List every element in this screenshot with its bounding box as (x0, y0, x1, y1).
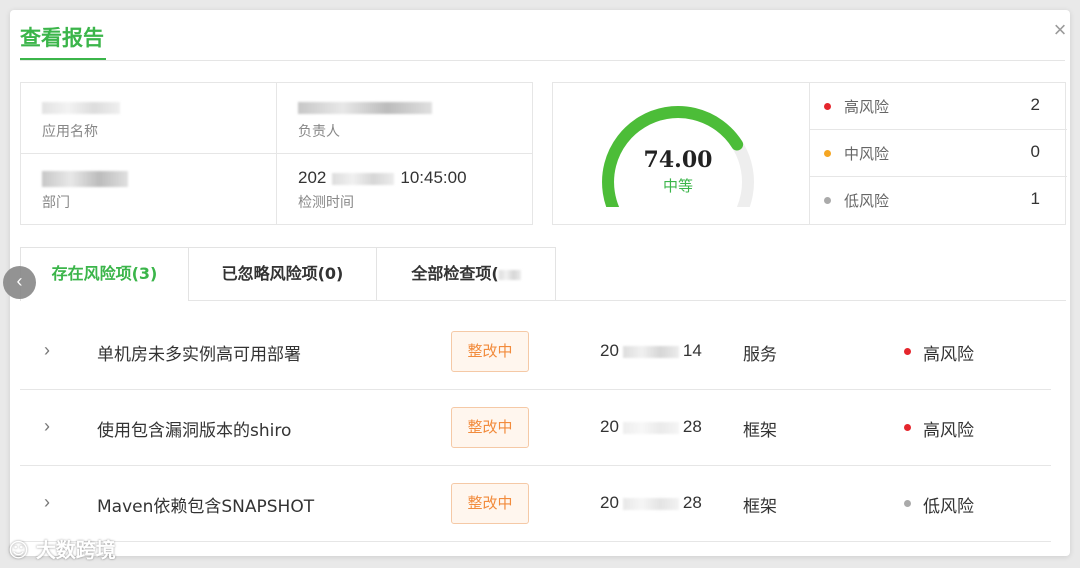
tab-all-checks[interactable]: 全部检查项( (376, 247, 556, 301)
risk-item-date-prefix: 20 (600, 341, 619, 360)
header-divider (20, 60, 1065, 61)
risk-summary-count: 2 (1030, 95, 1040, 114)
risk-level-dot (904, 500, 911, 507)
risk-item-title: 使用包含漏洞版本的shiro (97, 421, 292, 441)
close-button[interactable]: × (1050, 19, 1070, 41)
risk-dot-medium (824, 150, 831, 157)
chevron-right-icon[interactable]: › (44, 416, 58, 436)
risk-item-date-suffix: 28 (682, 493, 702, 512)
department-value (42, 168, 128, 188)
risk-item-date-prefix: 20 (600, 417, 619, 436)
detect-time-cell: 202 10:45:00 检测时间 (277, 154, 533, 225)
score-value: 74.00 (643, 147, 713, 173)
risk-item-title: Maven依赖包含SNAPSHOT (97, 497, 315, 517)
risk-item-date-suffix: 14 (682, 341, 702, 360)
status-badge: 整改中 (451, 407, 529, 448)
risk-item-level: 低风险 (923, 497, 974, 517)
risk-item-date-suffix: 28 (682, 417, 702, 436)
tab-ignored-risks[interactable]: 已忽略风险项(0) (188, 247, 377, 301)
table-row[interactable]: › 单机房未多实例高可用部署 整改中 20 14 服务 高风险 (20, 314, 1051, 390)
app-name-label: 应用名称 (42, 124, 98, 140)
score-panel: 74.00 中等 高风险 2 中风险 0 低风险 1 (552, 82, 1067, 225)
risk-tabs: 存在风险项(3) 已忽略风险项(0) 全部检查项( (20, 247, 1066, 301)
chevron-left-icon[interactable]: ‹ (3, 266, 36, 299)
detect-time-value: 202 10:45:00 (298, 168, 467, 188)
risk-item-date: 20 28 (600, 417, 702, 437)
risk-dot-high (824, 103, 831, 110)
owner-label: 负责人 (298, 124, 340, 140)
risk-summary-medium: 中风险 0 (810, 130, 1067, 177)
risk-summary-name: 中风险 (844, 145, 890, 163)
app-info-grid: 应用名称 负责人 部门 202 10:45:00 检测时间 (20, 82, 533, 225)
chevron-right-icon[interactable]: › (44, 340, 58, 360)
risk-summary-low: 低风险 1 (810, 177, 1067, 224)
table-row[interactable]: › 使用包含漏洞版本的shiro 整改中 20 28 框架 高风险 (20, 390, 1051, 466)
status-badge: 整改中 (451, 483, 529, 524)
risk-item-title: 单机房未多实例高可用部署 (97, 345, 301, 365)
detect-time-label: 检测时间 (298, 195, 354, 211)
dialog-header: 查看报告 × (10, 10, 1070, 62)
owner-value (298, 97, 432, 117)
report-dialog: 查看报告 × 应用名称 负责人 部门 202 10:45:00 检测时间 74.0… (10, 10, 1070, 556)
risk-item-date: 20 14 (600, 341, 702, 361)
risk-summary-count: 1 (1030, 189, 1040, 208)
tab-existing-risks[interactable]: 存在风险项(3) (20, 247, 189, 301)
risk-item-type: 服务 (743, 345, 777, 365)
risk-item-type: 框架 (743, 421, 777, 441)
risk-item-level: 高风险 (923, 345, 974, 365)
risk-summary-high: 高风险 2 (810, 83, 1067, 130)
table-row[interactable]: › Maven依赖包含SNAPSHOT 整改中 20 28 框架 低风险 (20, 466, 1051, 542)
watermark: ☺ 大数跨境 (8, 538, 116, 562)
department-cell: 部门 (21, 154, 277, 225)
status-badge: 整改中 (451, 331, 529, 372)
risk-item-date-prefix: 20 (600, 493, 619, 512)
chevron-right-icon[interactable]: › (44, 492, 58, 512)
risk-item-level: 高风险 (923, 421, 974, 441)
risk-item-date: 20 28 (600, 493, 702, 513)
department-label: 部门 (42, 195, 70, 211)
app-name-value (42, 97, 120, 117)
risk-summary-count: 0 (1030, 142, 1040, 161)
risk-level-dot (904, 348, 911, 355)
risk-summary-list: 高风险 2 中风险 0 低风险 1 (809, 83, 1067, 224)
risk-item-type: 框架 (743, 497, 777, 517)
owner-cell: 负责人 (277, 83, 533, 154)
risk-level-dot (904, 424, 911, 431)
risk-summary-name: 低风险 (844, 192, 890, 210)
detect-time-suffix: 10:45:00 (400, 168, 467, 187)
tab-all-checks-label: 全部检查项( (411, 264, 499, 283)
dialog-title: 查看报告 (20, 26, 104, 50)
risk-summary-name: 高风险 (844, 98, 890, 116)
app-name-cell: 应用名称 (21, 83, 277, 154)
detect-time-prefix: 202 (298, 168, 327, 187)
risk-dot-low (824, 197, 831, 204)
score-level: 中等 (662, 177, 693, 195)
watermark-text: 大数跨境 (35, 538, 116, 562)
